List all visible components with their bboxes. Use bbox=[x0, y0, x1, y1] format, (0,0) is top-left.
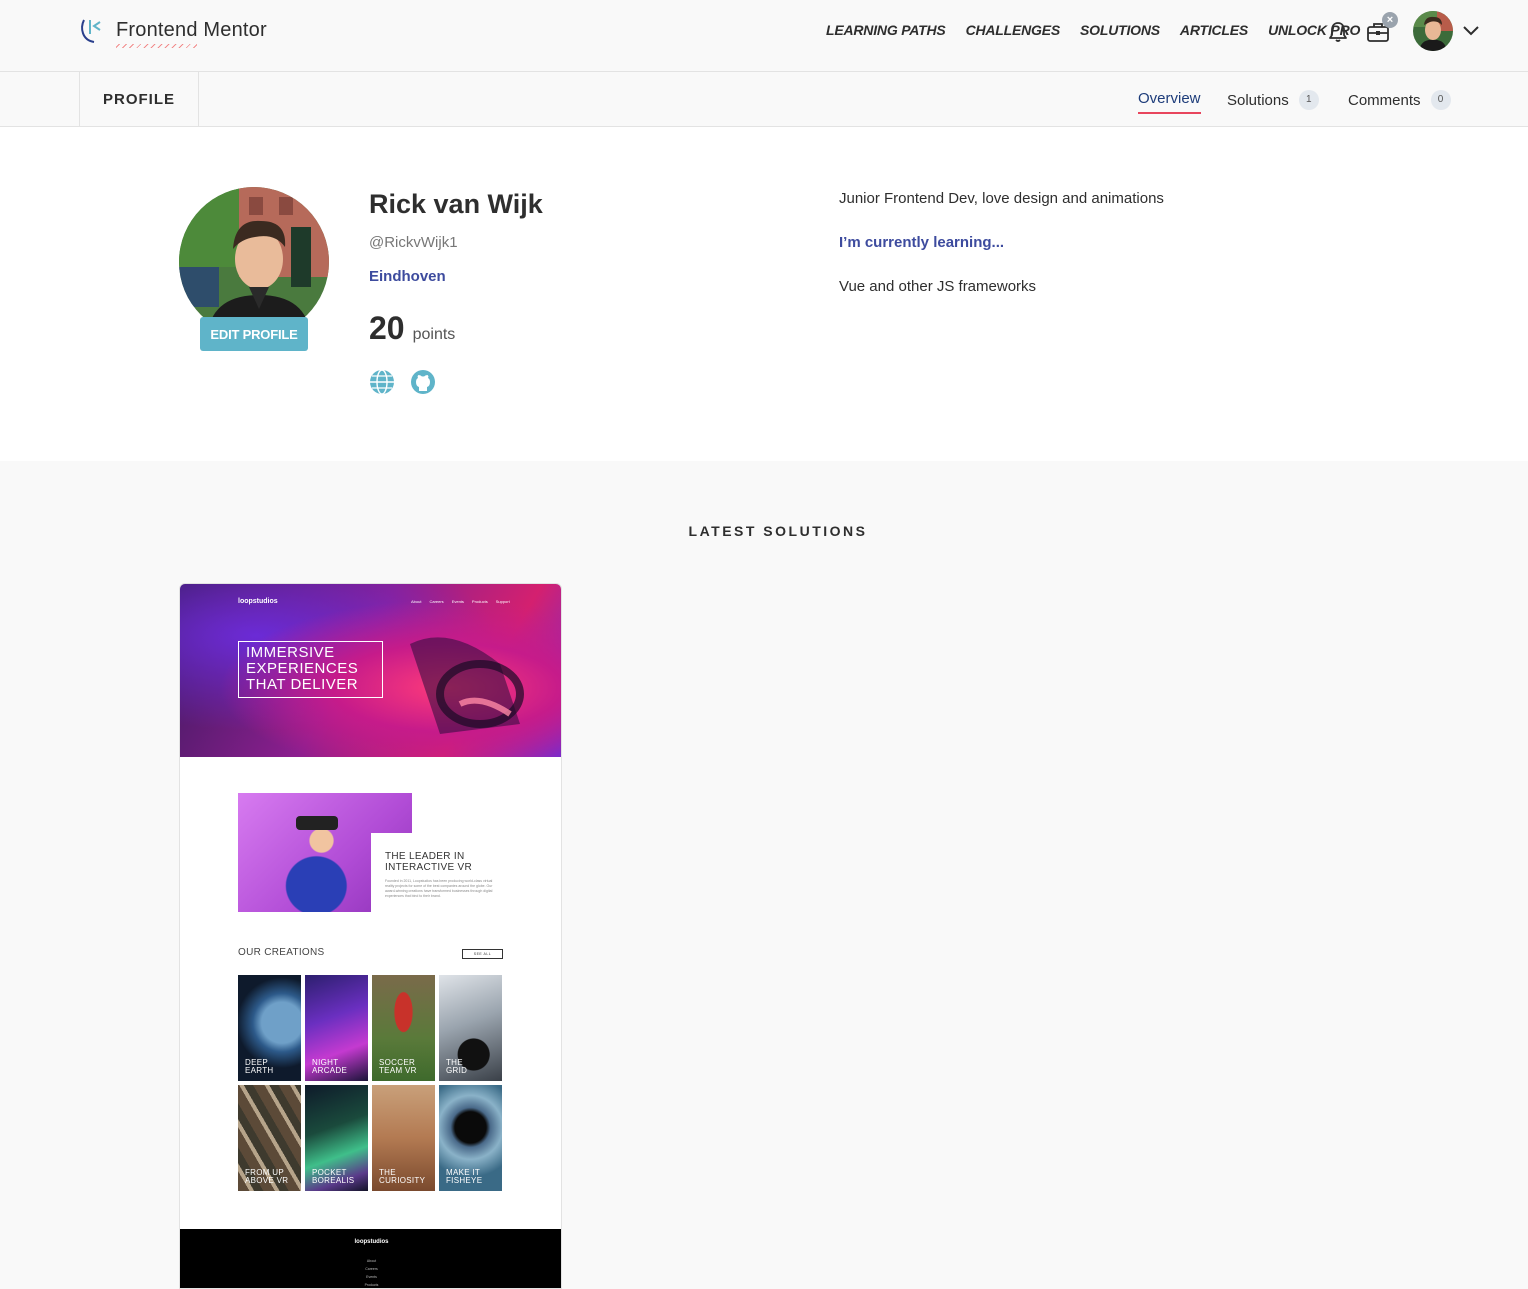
logo-text: Frontend Mentor bbox=[116, 18, 267, 48]
preview-tile: SOCCER TEAM VR bbox=[372, 975, 435, 1081]
preview-leader-text: Founded in 2011, Loopstudios has been pr… bbox=[385, 879, 493, 898]
preview-footer-logo: loopstudios bbox=[354, 1239, 389, 1245]
profile-location: Eindhoven bbox=[369, 268, 446, 285]
edit-profile-button[interactable]: EDIT PROFILE bbox=[200, 317, 308, 351]
preview-footer-link: Careers bbox=[365, 1267, 378, 1271]
preview-hero-line: THAT DELIVER bbox=[246, 676, 359, 693]
profile-avatar bbox=[179, 187, 329, 337]
preview-menu-item: Products bbox=[471, 599, 488, 604]
nav-challenges[interactable]: CHALLENGES bbox=[966, 22, 1061, 38]
tab-overview-label: Overview bbox=[1138, 90, 1201, 107]
preview-leader-title-line: THE LEADER IN bbox=[385, 851, 465, 862]
frontend-mentor-logo[interactable]: Frontend Mentor bbox=[78, 14, 267, 48]
preview-menu-item: Support bbox=[495, 599, 510, 604]
globe-icon[interactable] bbox=[369, 369, 395, 395]
top-navigation: Frontend Mentor LEARNING PATHS CHALLENGE… bbox=[0, 0, 1528, 72]
preview-tile-label: SOCCER TEAM VR bbox=[379, 1058, 417, 1075]
currently-learning-text: Vue and other JS frameworks bbox=[839, 278, 1037, 295]
main-nav: LEARNING PATHS CHALLENGES SOLUTIONS ARTI… bbox=[826, 22, 1360, 38]
points-value: 20 bbox=[369, 310, 405, 346]
tab-solutions-label: Solutions bbox=[1227, 91, 1289, 109]
preview-tile: FROM UP ABOVE VR bbox=[238, 1085, 301, 1191]
profile-name: Rick van Wijk bbox=[369, 189, 543, 219]
bell-icon[interactable] bbox=[1326, 20, 1350, 44]
preview-menu: About Careers Events Products Support bbox=[411, 599, 510, 604]
profile-handle: @RickvWijk1 bbox=[369, 234, 458, 251]
tab-comments[interactable]: Comments 0 bbox=[1348, 90, 1451, 110]
preview-leader-card: THE LEADER IN INTERACTIVE VR Founded in … bbox=[371, 833, 511, 915]
preview-tile: THE CURIOSITY bbox=[372, 1085, 435, 1191]
preview-tile-label: POCKET BOREALIS bbox=[312, 1168, 355, 1185]
preview-tile: POCKET BOREALIS bbox=[305, 1085, 368, 1191]
comments-count-badge: 0 bbox=[1430, 90, 1451, 110]
preview-leader-title: THE LEADER IN INTERACTIVE VR bbox=[385, 851, 497, 873]
preview-footer-links: About Careers Events Products bbox=[180, 1257, 561, 1288]
preview-footer: loopstudios About Careers Events Product… bbox=[180, 1229, 561, 1288]
preview-creations-title: OUR CREATIONS bbox=[238, 947, 325, 958]
preview-tile-label: FROM UP ABOVE VR bbox=[245, 1168, 289, 1185]
user-avatar[interactable] bbox=[1413, 11, 1453, 51]
preview-see-all-button: SEE ALL bbox=[462, 949, 503, 959]
preview-tile: NIGHT ARCADE bbox=[305, 975, 368, 1081]
nav-learning-paths[interactable]: LEARNING PATHS bbox=[826, 22, 946, 38]
preview-vr-headset bbox=[296, 816, 338, 830]
solutions-count-badge: 1 bbox=[1298, 90, 1319, 110]
profile-subnav: PROFILE Overview Solutions 1 Comments 0 bbox=[0, 72, 1528, 127]
preview-footer-link: Events bbox=[366, 1275, 377, 1279]
points-label: points bbox=[412, 326, 456, 343]
preview-menu-item: Events bbox=[451, 599, 464, 604]
preview-creations-grid: DEEP EARTH NIGHT ARCADE SOCCER TEAM VR T… bbox=[238, 975, 504, 1191]
tab-overview[interactable]: Overview bbox=[1138, 90, 1201, 114]
preview-tile-label: NIGHT ARCADE bbox=[312, 1058, 348, 1075]
nav-solutions[interactable]: SOLUTIONS bbox=[1080, 22, 1160, 38]
tab-comments-label: Comments bbox=[1348, 91, 1421, 109]
preview-tile-label: MAKE IT FISHEYE bbox=[446, 1168, 483, 1185]
preview-footer-link: About bbox=[366, 1259, 377, 1263]
github-icon[interactable] bbox=[410, 369, 436, 395]
profile-header: EDIT PROFILE Rick van Wijk @RickvWijk1 E… bbox=[0, 127, 1528, 461]
latest-solutions-title: LATEST SOLUTIONS bbox=[688, 523, 868, 539]
preview-tile-label: THE GRID bbox=[446, 1058, 468, 1075]
close-icon[interactable]: × bbox=[1382, 12, 1398, 28]
preview-tile: DEEP EARTH bbox=[238, 975, 301, 1081]
preview-hero-image: loopstudios About Careers Events Product… bbox=[180, 584, 561, 757]
currently-learning-heading: I’m currently learning... bbox=[839, 234, 1005, 251]
preview-tile: MAKE IT FISHEYE bbox=[439, 1085, 502, 1191]
preview-hero-line: EXPERIENCES bbox=[246, 660, 359, 677]
tab-solutions[interactable]: Solutions 1 bbox=[1227, 90, 1319, 110]
logo-icon bbox=[81, 19, 101, 43]
preview-leader-title-line: INTERACTIVE VR bbox=[385, 862, 472, 873]
solution-card[interactable]: loopstudios About Careers Events Product… bbox=[179, 583, 562, 1289]
chevron-down-icon[interactable] bbox=[1462, 24, 1480, 38]
preview-footer-link: Products bbox=[364, 1283, 379, 1287]
nav-articles[interactable]: ARTICLES bbox=[1180, 22, 1248, 38]
preview-hero-line: IMMERSIVE bbox=[246, 644, 335, 661]
preview-tile-label: THE CURIOSITY bbox=[379, 1168, 426, 1185]
profile-points: 20 points bbox=[369, 310, 455, 347]
preview-menu-item: Careers bbox=[429, 599, 444, 604]
preview-hero-headline: IMMERSIVE EXPERIENCES THAT DELIVER bbox=[238, 641, 383, 698]
preview-logo: loopstudios bbox=[238, 598, 278, 605]
preview-menu-item: About bbox=[411, 599, 422, 604]
profile-section-label: PROFILE bbox=[79, 72, 199, 126]
preview-tile-label: DEEP EARTH bbox=[245, 1058, 274, 1075]
profile-bio: Junior Frontend Dev, love design and ani… bbox=[839, 190, 1164, 207]
preview-tile: THE GRID bbox=[439, 975, 502, 1081]
